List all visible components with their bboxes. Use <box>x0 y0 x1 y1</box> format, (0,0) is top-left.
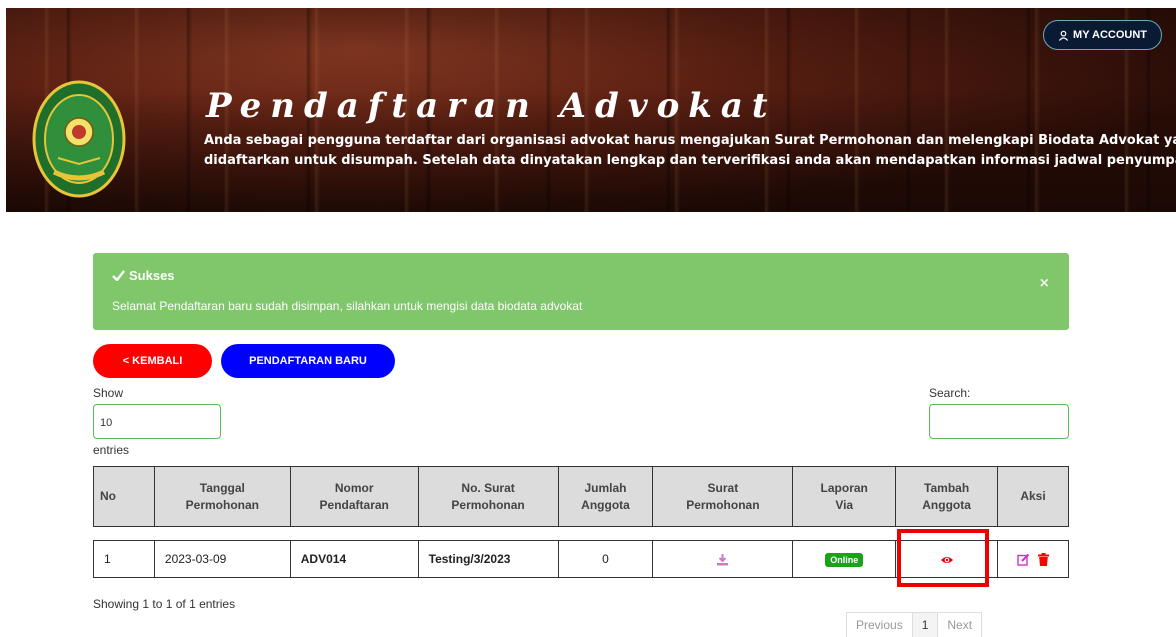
cell-nomor: ADV014 <box>289 540 419 578</box>
header-text: Aksi <box>1020 489 1046 503</box>
new-registration-button[interactable]: PENDAFTARAN BARU <box>221 344 395 378</box>
table-info: Showing 1 to 1 of 1 entries <box>93 597 236 611</box>
description-line-1: Anda sebagai pengguna terdaftar dari org… <box>204 133 1176 148</box>
col-header-no[interactable]: No <box>93 466 155 527</box>
cell-no-surat: Testing/3/2023 <box>417 540 559 578</box>
cell-surat <box>652 540 794 578</box>
col-header-tanggal[interactable]: Tanggal Permohonan <box>153 466 291 527</box>
header-text: Pendaftaran <box>319 497 389 512</box>
cell-tanggal: 2023-03-09 <box>153 540 291 578</box>
show-label: Show <box>93 386 124 400</box>
alert-title-text: Sukses <box>129 268 175 283</box>
back-button[interactable]: < KEMBALI <box>93 344 212 378</box>
header-text: Via <box>835 497 854 512</box>
header-text: Jumlah <box>584 480 627 495</box>
court-logo-icon <box>32 80 126 198</box>
col-header-aksi[interactable]: Aksi <box>997 466 1069 527</box>
pagination-previous[interactable]: Previous <box>847 613 912 637</box>
pagination: Previous 1 Next <box>846 612 983 637</box>
search-label: Search: <box>929 386 971 400</box>
col-header-no-surat[interactable]: No. Surat Permohonan <box>417 466 559 527</box>
header-text: Permohonan <box>185 497 259 512</box>
my-account-button[interactable]: MY ACCOUNT <box>1043 20 1162 50</box>
cell-laporan: Online <box>792 540 897 578</box>
header-banner: Pendaftaran Advokat Anda sebagai penggun… <box>6 8 1176 212</box>
alert-close-button[interactable]: × <box>1040 275 1049 293</box>
header-text: Anggota <box>922 497 971 512</box>
page-title: Pendaftaran Advokat <box>206 86 777 126</box>
header-text: No. Surat <box>461 480 515 495</box>
success-alert: Sukses Selamat Pendaftaran baru sudah di… <box>93 253 1069 330</box>
search-input[interactable] <box>929 404 1069 439</box>
col-header-surat[interactable]: Surat Permohonan <box>652 466 794 527</box>
header-text: Permohonan <box>686 497 760 512</box>
cell-no: 1 <box>93 540 155 578</box>
registration-table: No Tanggal Permohonan Nomor Pendaftaran No… <box>93 466 1069 578</box>
col-header-nomor[interactable]: Nomor Pendaftaran <box>289 466 419 527</box>
header-text: Anggota <box>581 497 630 512</box>
header-text: Laporan <box>820 480 868 495</box>
user-icon <box>1058 30 1069 41</box>
page-description: Anda sebagai pengguna terdaftar dari org… <box>204 131 1176 171</box>
table-spacer <box>94 527 1069 541</box>
eye-icon[interactable] <box>940 555 954 565</box>
col-header-jumlah[interactable]: Jumlah Anggota <box>557 466 654 527</box>
cell-tambah <box>895 540 999 578</box>
col-header-tambah[interactable]: Tambah Anggota <box>895 466 999 527</box>
table-header-row: No Tanggal Permohonan Nomor Pendaftaran No… <box>93 466 1069 527</box>
header-text: Permohonan <box>451 497 525 512</box>
header-text: Surat <box>707 480 739 495</box>
entries-label: entries <box>93 443 130 457</box>
header-text: Tanggal <box>199 480 245 495</box>
col-header-laporan[interactable]: Laporan Via <box>792 466 897 527</box>
header-text: No <box>100 489 116 503</box>
alert-title: Sukses <box>112 268 175 283</box>
alert-message: Selamat Pendaftaran baru sudah disimpan,… <box>112 299 583 313</box>
cell-jumlah: 0 <box>557 540 654 578</box>
pagination-page-1[interactable]: 1 <box>911 613 939 637</box>
my-account-label: MY ACCOUNT <box>1073 29 1147 41</box>
online-badge: Online <box>825 552 864 567</box>
check-icon <box>112 270 125 281</box>
trash-icon[interactable] <box>1037 553 1049 567</box>
header-text: Tambah <box>924 480 970 495</box>
pagination-next[interactable]: Next <box>938 613 981 637</box>
edit-icon[interactable] <box>1017 553 1030 566</box>
download-icon[interactable] <box>716 553 729 566</box>
cell-aksi <box>997 540 1069 578</box>
description-line-2: didaftarkan untuk disumpah. Setelah data… <box>204 153 1176 168</box>
page-length-select[interactable]: 10 <box>93 404 221 439</box>
table-row: 1 2023-03-09 ADV014 Testing/3/2023 0 Onl… <box>93 540 1069 578</box>
header-text: Nomor <box>334 480 374 495</box>
